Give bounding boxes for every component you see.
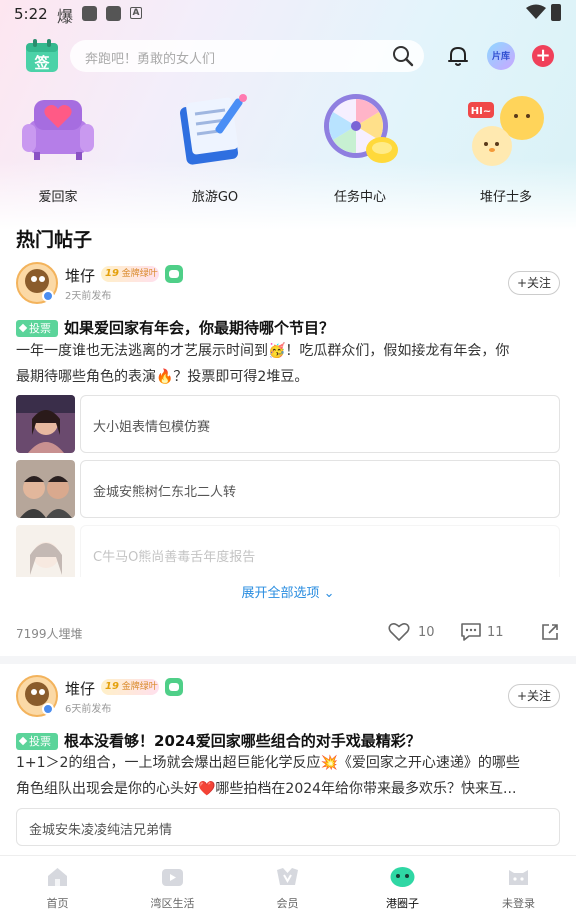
home-icon [48, 868, 67, 886]
search-icon[interactable] [392, 45, 414, 67]
vote-option[interactable]: C牛马O熊尚善毒舌年度报告 [16, 525, 560, 577]
library-button[interactable]: 片库 [487, 42, 515, 70]
share-icon[interactable] [540, 622, 560, 642]
quick-entry-home[interactable]: 爱回家 [3, 90, 113, 208]
follow-button[interactable]: +关注 [508, 271, 560, 295]
post-body[interactable]: 1+1＞2的组合，一上场就会爆出超巨能化学反应💥《爱回家之开心速递》的哪些 角色… [16, 750, 560, 802]
nav-home[interactable]: 首页 [0, 856, 115, 920]
svg-text:HI~: HI~ [471, 106, 491, 117]
divider [0, 656, 576, 664]
video-icon [162, 869, 183, 886]
vote-tag: 投票 [16, 733, 58, 750]
option-thumbnail [16, 525, 75, 577]
nav-label: 会员 [276, 897, 299, 910]
status-bar: 5:22 爆 A [0, 0, 576, 30]
sign-label: 签 [33, 54, 50, 72]
nav-profile[interactable]: 未登录 [461, 856, 576, 920]
notification-icon [82, 6, 97, 21]
nav-label: 湾区生活 [150, 897, 195, 910]
sofa-heart-icon [22, 100, 94, 160]
vip-icon [277, 868, 298, 885]
nav-label: 港圈子 [386, 897, 419, 910]
search-placeholder: 奔跑吧！勇敢的女人们 [85, 52, 216, 67]
quick-entry-travel[interactable]: 旅游GO [160, 90, 270, 208]
verified-icon [42, 703, 54, 715]
vote-option[interactable]: 金城安朱凌凌纯洁兄弟情 [16, 808, 560, 846]
vote-option[interactable]: 大小姐表情包模仿赛 [16, 395, 560, 453]
quick-entry-tasks[interactable]: 任务中心 [305, 90, 415, 208]
wifi-icon [526, 4, 546, 19]
quick-entry-label: 爱回家 [38, 190, 78, 205]
bot-badge-icon [165, 265, 183, 283]
bot-badge-icon [165, 678, 183, 696]
chicks-hi-icon: HI~ [468, 96, 544, 166]
option-label: 金城安朱凌凌纯洁兄弟情 [29, 823, 173, 838]
quick-entry-label: 堆仔士多 [479, 190, 532, 205]
nav-hk-circle[interactable]: 港圈子 [345, 856, 460, 920]
post-time: 6天前发布 [65, 704, 112, 715]
battery-icon [551, 4, 561, 21]
profile-icon [509, 870, 528, 885]
comment-count: 11 [487, 625, 504, 640]
post-title[interactable]: 根本没看够！2024爱回家哪些组合的对手戏最精彩？ [64, 730, 421, 751]
post-title[interactable]: 如果爱回家有年会，你最期待哪个节目？ [64, 317, 334, 338]
level-badge: 19 金牌绿叶 [101, 266, 159, 282]
quick-entry-label: 旅游GO [191, 190, 239, 205]
option-label: 大小姐表情包模仿赛 [93, 420, 211, 435]
post-time: 2天前发布 [65, 291, 112, 302]
like-icon[interactable] [388, 622, 410, 642]
circle-icon [390, 867, 415, 887]
nav-vip[interactable]: 会员 [230, 856, 345, 920]
option-thumbnail [16, 395, 75, 453]
a-icon: A [130, 7, 142, 19]
library-label: 片库 [491, 52, 510, 62]
option-label: C牛马O熊尚善毒舌年度报告 [93, 550, 256, 565]
nav-label: 未登录 [502, 897, 535, 910]
status-time: 5:22 [14, 5, 48, 23]
section-title: 热门帖子 [16, 229, 93, 251]
search-bar[interactable]: 奔跑吧！勇敢的女人们 [70, 40, 424, 72]
wheel-icon [324, 94, 398, 163]
vote-tag: 投票 [16, 320, 58, 337]
level-badge: 19 金牌绿叶 [101, 679, 159, 695]
quick-entry-label: 任务中心 [333, 190, 386, 205]
bottom-nav: 首页 湾区生活 会员 港圈子 未登录 [0, 855, 576, 920]
option-label: 金城安熊树仁东北二人转 [93, 485, 237, 500]
verified-icon [42, 290, 54, 302]
comment-icon[interactable] [460, 622, 482, 642]
notification-icon [106, 6, 121, 21]
nav-bay-life[interactable]: 湾区生活 [115, 856, 230, 920]
option-thumbnail [16, 460, 75, 518]
nav-label: 首页 [46, 897, 69, 910]
participants-count: 7199人埋堆 [16, 627, 83, 641]
like-count: 10 [418, 625, 435, 640]
quick-entry-shop[interactable]: HI~ 堆仔士多 [451, 90, 561, 208]
create-post-button[interactable]: + [532, 45, 554, 67]
calendar-sign-icon: 签 [26, 39, 58, 72]
post-body[interactable]: 一年一度谁也无法逃离的才艺展示时间到🥳！吃瓜群众们，假如接龙有年会，你 最期待哪… [16, 338, 560, 390]
author-name[interactable]: 堆仔 [65, 265, 95, 286]
author-name[interactable]: 堆仔 [65, 678, 95, 699]
book-pencil-icon [179, 94, 247, 165]
bell-icon[interactable] [446, 44, 470, 68]
chevron-down-icon: ⌄ [323, 586, 335, 601]
expand-options-link[interactable]: 展开全部选项 ⌄ [0, 582, 576, 601]
follow-button[interactable]: +关注 [508, 684, 560, 708]
notification-glyph: 爆 [57, 7, 74, 26]
sign-in-button[interactable]: 签 [24, 38, 61, 74]
vote-option[interactable]: 金城安熊树仁东北二人转 [16, 460, 560, 518]
